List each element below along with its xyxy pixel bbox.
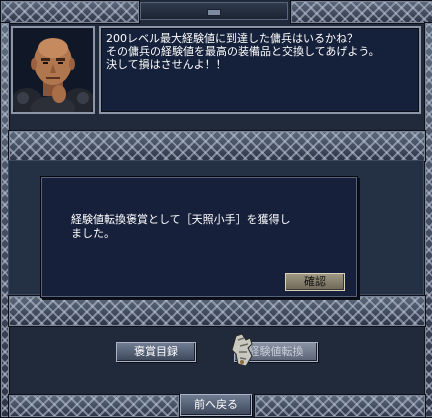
- gauntlet-icon: [230, 332, 258, 368]
- title-bar-handle[interactable]: [207, 9, 221, 16]
- confirm-button[interactable]: 確認: [285, 273, 345, 291]
- ornament-border-bottom-left: [8, 394, 180, 418]
- ornament-border-right: [424, 22, 432, 418]
- dialog-message-line-2: ました。: [71, 227, 115, 240]
- bald-npc-portrait-icon: [13, 28, 93, 112]
- npc-portrait: [11, 26, 95, 114]
- reward-list-button[interactable]: 褒賞目録: [116, 342, 196, 362]
- ornament-band-upper: [8, 130, 426, 162]
- npc-speech-line-2: その傭兵の経験値を最高の装備品と交換してあげよう。: [106, 45, 380, 58]
- npc-speech-line-3: 決して損はさせんよ！！: [106, 58, 227, 71]
- ornament-band-lower: [8, 295, 426, 327]
- game-window: 200レベル最大経験値に到達した傭兵はいるかね？ その傭兵の経験値を最高の装備品…: [0, 0, 432, 418]
- npc-speech-box: 200レベル最大経験値に到達した傭兵はいるかね？ その傭兵の経験値を最高の装備品…: [99, 26, 421, 114]
- dialog-message-line-1: 経験値転換褒賞として［天照小手］を獲得し: [71, 213, 291, 226]
- ornament-border-top-left: [0, 0, 140, 24]
- back-button[interactable]: 前へ戻る: [180, 394, 252, 416]
- ornament-border-bottom-right: [254, 394, 426, 418]
- window-title-bar[interactable]: [140, 2, 288, 20]
- ornament-border-top-right: [290, 0, 432, 24]
- npc-speech-line-1: 200レベル最大経験値に到達した傭兵はいるかね？: [106, 32, 358, 45]
- reward-dialog: 経験値転換褒賞として［天照小手］を獲得し ました。 確認: [40, 176, 358, 298]
